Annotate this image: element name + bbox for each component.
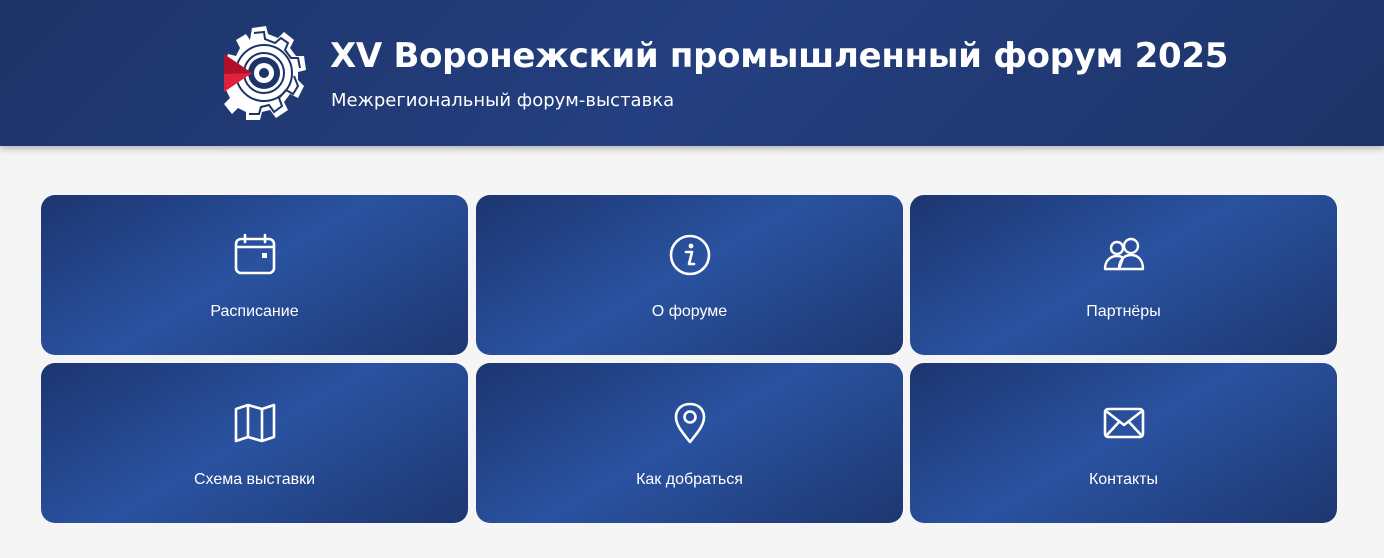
tile-schedule[interactable]: Расписание [41, 195, 468, 355]
page-subtitle: Межрегиональный форум-выставка [331, 90, 675, 111]
tile-about[interactable]: О форуме [476, 195, 903, 355]
tile-partners[interactable]: Партнёры [910, 195, 1337, 355]
page-title: XV Воронежский промышленный форум 2025 [330, 36, 1229, 76]
location-pin-icon [674, 402, 705, 444]
tile-exhibition-map-label: Схема выставки [193, 471, 316, 488]
header-banner: XV Воронежский промышленный форум 2025 М… [0, 0, 1384, 146]
tile-contacts[interactable]: Контакты [910, 363, 1337, 523]
tile-about-label: О форуме [651, 303, 728, 320]
tile-directions[interactable]: Как добраться [476, 363, 903, 523]
gear-logo-icon [224, 26, 306, 120]
tile-directions-label: Как добраться [636, 471, 743, 488]
calendar-icon [234, 233, 275, 275]
tile-exhibition-map[interactable]: Схема выставки [41, 363, 468, 523]
users-icon [1103, 237, 1144, 271]
tile-schedule-label: Расписание [210, 303, 299, 320]
tile-partners-label: Партнёры [1086, 303, 1161, 320]
envelope-icon [1103, 407, 1144, 439]
info-icon [669, 234, 710, 276]
tile-contacts-label: Контакты [1088, 471, 1159, 488]
map-icon [234, 403, 275, 443]
